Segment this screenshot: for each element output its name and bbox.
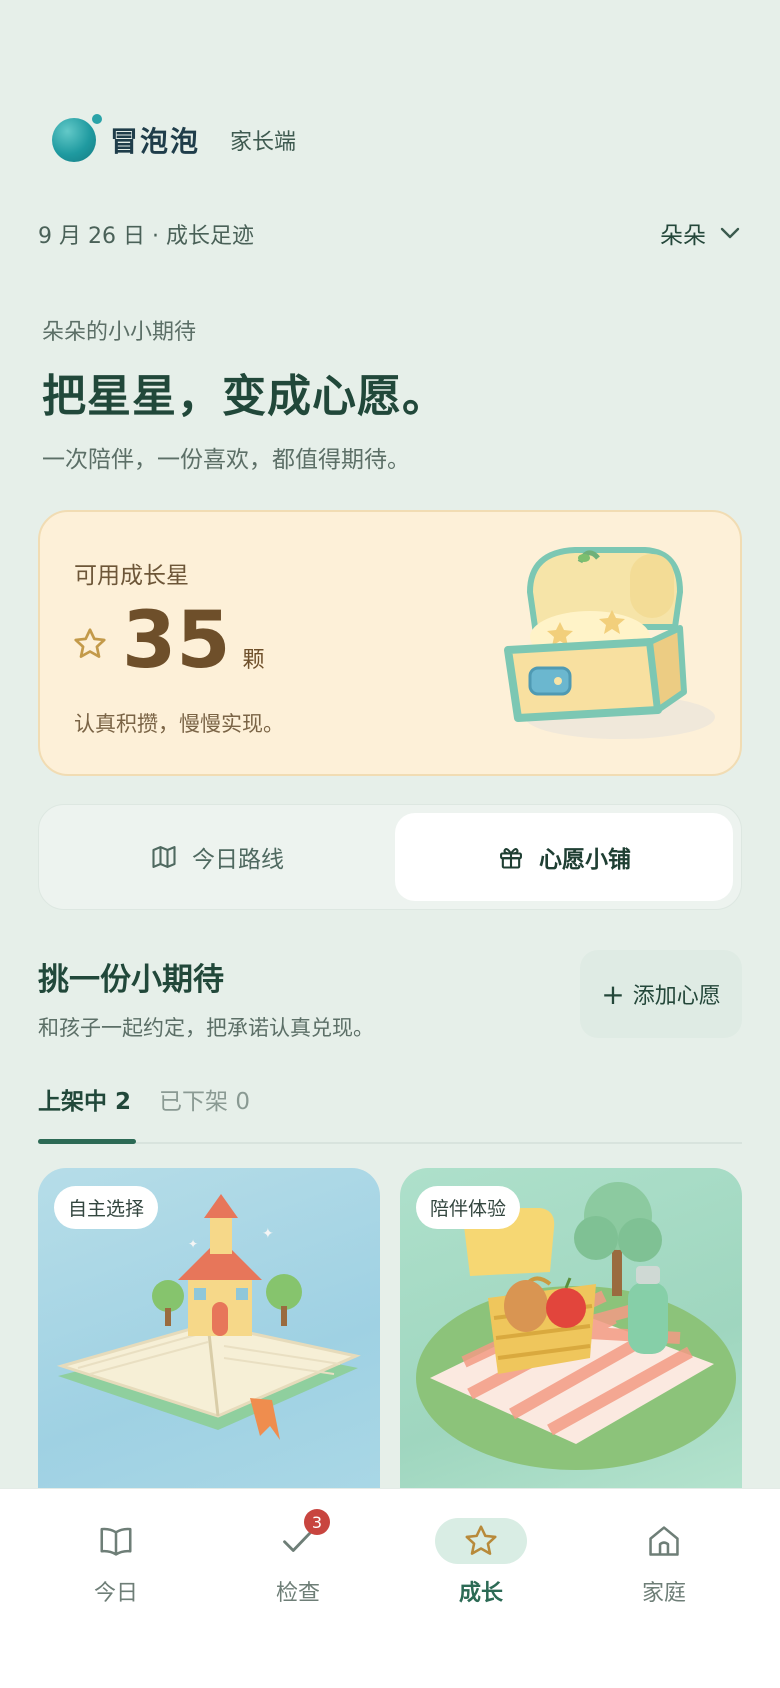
nav-growth[interactable]: 成长 bbox=[421, 1513, 541, 1607]
tab-delisted[interactable]: 已下架 0 bbox=[159, 1082, 250, 1116]
map-icon bbox=[152, 846, 176, 868]
app-role-label: 家长端 bbox=[230, 130, 297, 155]
growth-stars-card: 可用成长星 35 颗 认真积攒，慢慢实现。 bbox=[38, 510, 742, 776]
page: 冒泡泡 家长端 9 月 26 日 · 成长足迹 朵朵 朵朵的小小期待 把星星，变… bbox=[0, 0, 780, 1688]
plus-icon: + bbox=[601, 977, 625, 1011]
notification-badge: 3 bbox=[304, 1509, 330, 1535]
nav-growth-label: 成长 bbox=[458, 1581, 503, 1606]
stars-desc: 认真积攒，慢慢实现。 bbox=[74, 712, 284, 736]
tab-active-indicator bbox=[38, 1139, 136, 1144]
nav-family-label: 家庭 bbox=[641, 1581, 686, 1606]
tab-wish-shop[interactable]: 心愿小铺 bbox=[395, 813, 733, 901]
logo-bubble-icon bbox=[52, 114, 102, 162]
add-wish-label: 添加心愿 bbox=[632, 984, 721, 1009]
tab-listed[interactable]: 上架中 2 bbox=[38, 1082, 131, 1116]
hero-kicker: 朵朵的小小期待 bbox=[42, 320, 197, 345]
stars-unit: 颗 bbox=[242, 648, 265, 673]
svg-text:✦: ✦ bbox=[262, 1226, 274, 1242]
date-line: 9 月 26 日 · 成长足迹 bbox=[38, 224, 254, 249]
star-icon bbox=[465, 1525, 497, 1555]
add-wish-button[interactable]: + 添加心愿 bbox=[580, 950, 742, 1038]
tabs-divider bbox=[38, 1142, 742, 1144]
chevron-down-icon bbox=[720, 227, 740, 239]
tab-wish-shop-label: 心愿小铺 bbox=[539, 847, 631, 873]
wish-status-tabs: 上架中 2 已下架 0 bbox=[38, 1082, 278, 1116]
star-icon bbox=[74, 628, 106, 658]
section-subtitle: 和孩子一起约定，把承诺认真兑现。 bbox=[38, 1016, 374, 1040]
tab-today-route[interactable]: 今日路线 bbox=[47, 813, 387, 901]
brand: 冒泡泡 家长端 bbox=[52, 114, 297, 162]
book-icon bbox=[100, 1527, 132, 1556]
gift-icon bbox=[500, 848, 522, 869]
nav-check[interactable]: 3 检查 bbox=[238, 1509, 358, 1607]
chip-companion: 陪伴体验 bbox=[416, 1186, 521, 1229]
section-title: 挑一份小期待 bbox=[38, 962, 224, 998]
wish-card[interactable]: ✦ ✦ 自主选择 bbox=[38, 1168, 380, 1508]
wish-card[interactable]: 陪伴体验 bbox=[400, 1168, 742, 1508]
view-segment: 今日路线 心愿小铺 bbox=[38, 804, 742, 910]
nav-family[interactable]: 家庭 bbox=[604, 1513, 724, 1607]
tab-today-route-label: 今日路线 bbox=[192, 847, 284, 873]
child-selector[interactable]: 朵朵 bbox=[660, 216, 740, 250]
treasure-chest-illustration bbox=[504, 547, 715, 739]
stars-count: 35 bbox=[122, 596, 231, 686]
nav-today[interactable]: 今日 bbox=[56, 1513, 176, 1607]
svg-text:✦: ✦ bbox=[188, 1237, 198, 1251]
chip-self-choice: 自主选择 bbox=[54, 1186, 159, 1229]
stars-label: 可用成长星 bbox=[74, 563, 189, 589]
hero-title: 把星星，变成心愿。 bbox=[42, 371, 447, 422]
nav-check-label: 检查 bbox=[275, 1581, 320, 1606]
hero-subtitle: 一次陪伴，一份喜欢，都值得期待。 bbox=[42, 447, 410, 473]
app-name: 冒泡泡 bbox=[110, 125, 201, 158]
nav-today-label: 今日 bbox=[93, 1581, 138, 1606]
child-name: 朵朵 bbox=[660, 223, 706, 249]
home-icon bbox=[649, 1526, 679, 1556]
bottom-nav: 今日 3 检查 成长 家庭 bbox=[0, 1488, 780, 1688]
